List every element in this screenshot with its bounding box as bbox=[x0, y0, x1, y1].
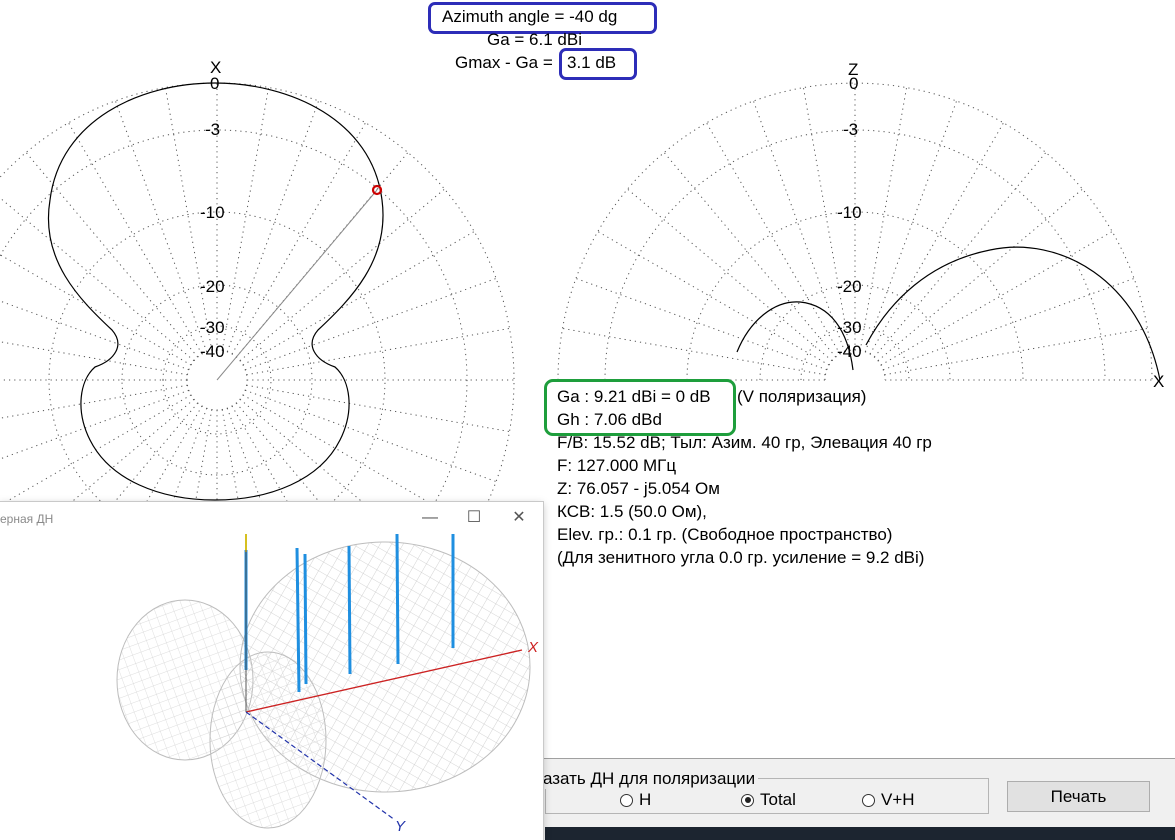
antenna-element-2 bbox=[295, 547, 301, 693]
right-grid-spoke bbox=[663, 152, 837, 358]
left-tick-10: -10 bbox=[200, 203, 225, 222]
info-impedance: Z: 76.057 - j5.054 Ом bbox=[557, 479, 720, 498]
left-tick-0: 0 bbox=[210, 74, 220, 93]
left-grid-spoke bbox=[25, 152, 199, 358]
pattern-3d-window[interactable]: ерная ДН — ☐ ✕ X Y bbox=[0, 502, 543, 840]
radio-h-dot[interactable] bbox=[620, 793, 633, 807]
left-grid-spoke bbox=[0, 384, 188, 419]
right-grid-spoke bbox=[883, 277, 1135, 371]
antenna-element-3 bbox=[303, 553, 308, 685]
axis-x-label: X bbox=[528, 639, 539, 656]
right-grid-spoke bbox=[864, 100, 958, 352]
info-polarization: (V поляризация) bbox=[737, 387, 867, 406]
radio-h[interactable]: H bbox=[620, 790, 651, 810]
info-swr: КСВ: 1.5 (50.0 Ом), bbox=[557, 502, 707, 521]
right-tick-0: 0 bbox=[849, 74, 859, 93]
antenna-element-5 bbox=[395, 533, 400, 665]
left-grid-spoke bbox=[245, 389, 497, 483]
right-tick-3: -3 bbox=[843, 120, 859, 139]
radio-vh-label: V+H bbox=[881, 790, 915, 809]
left-grid-spoke bbox=[242, 231, 475, 366]
left-grid-spoke bbox=[221, 87, 270, 351]
radio-total[interactable]: Total bbox=[741, 790, 796, 810]
lower-lobe-mesh bbox=[209, 651, 327, 829]
left-grid-spoke bbox=[114, 100, 208, 352]
info-frequency: F: 127.000 МГц bbox=[557, 456, 677, 475]
gmax-label: Gmax - Ga = bbox=[455, 53, 553, 72]
right-tick-10: -10 bbox=[837, 203, 862, 222]
antenna-element-4 bbox=[347, 545, 352, 675]
right-grid-spoke bbox=[706, 122, 841, 355]
mesh-3d-view bbox=[116, 533, 531, 829]
right-pattern-curve-lobe bbox=[736, 301, 854, 371]
right-grid-spoke bbox=[859, 87, 908, 351]
radio-total-label: Total bbox=[760, 790, 796, 809]
axis-y-label: Y bbox=[395, 818, 406, 835]
ga-header-text: Ga = 6.1 dBi bbox=[487, 30, 582, 49]
polarization-group-label: азать ДН для поляризации bbox=[543, 769, 759, 789]
left-tick-40: -40 bbox=[200, 342, 225, 361]
right-grid-spoke bbox=[575, 277, 827, 371]
right-grid-spoke bbox=[880, 231, 1113, 366]
left-tick-30: -30 bbox=[200, 318, 225, 337]
info-zenith: (Для зенитного угла 0.0 гр. усиление = 9… bbox=[557, 548, 925, 567]
left-tick-20: -20 bbox=[200, 277, 225, 296]
right-tick-40: -40 bbox=[837, 342, 862, 361]
taskbar-strip bbox=[545, 827, 1175, 840]
info-elevation: Elev. гр.: 0.1 гр. (Свободное пространст… bbox=[557, 525, 893, 544]
left-grid-spoke bbox=[68, 122, 203, 355]
left-grid-spoke bbox=[245, 277, 497, 371]
right-tick-20: -20 bbox=[837, 277, 862, 296]
right-grid-spoke bbox=[627, 188, 833, 362]
radio-h-label: H bbox=[639, 790, 652, 809]
radio-vh[interactable]: V+H bbox=[862, 790, 915, 810]
info-fb: F/B: 15.52 dB; Тыл: Азим. 40 гр, Элеваци… bbox=[557, 433, 932, 452]
right-grid-spoke bbox=[884, 327, 1148, 376]
left-grid-spoke bbox=[0, 197, 195, 362]
gain-highlight-box bbox=[544, 379, 736, 436]
gmax-highlight-box bbox=[559, 48, 637, 80]
left-grid-spoke bbox=[231, 122, 366, 355]
left-grid-spoke bbox=[246, 384, 510, 433]
right-grid-spoke bbox=[562, 327, 826, 376]
left-grid-spoke bbox=[0, 389, 189, 460]
right-axis-label-x: X bbox=[1153, 372, 1165, 391]
print-button[interactable]: Печать bbox=[1007, 781, 1150, 812]
left-grid-spoke bbox=[246, 327, 510, 376]
right-grid-spoke bbox=[869, 122, 1004, 355]
right-tick-30: -30 bbox=[837, 318, 862, 337]
right-grid-spoke bbox=[873, 152, 1047, 358]
azimuth-marker-line bbox=[216, 189, 378, 381]
right-grid-spoke bbox=[597, 231, 830, 366]
radio-vh-dot[interactable] bbox=[862, 793, 875, 807]
left-grid-spoke bbox=[0, 254, 192, 366]
right-pattern-curve-main bbox=[865, 246, 1161, 381]
left-tick-3: -3 bbox=[205, 120, 221, 139]
left-grid-spoke bbox=[0, 300, 189, 371]
left-grid-spoke bbox=[239, 188, 445, 362]
radio-total-dot[interactable] bbox=[741, 793, 754, 807]
right-grid-spoke bbox=[752, 100, 846, 352]
right-grid-spoke bbox=[877, 188, 1083, 362]
